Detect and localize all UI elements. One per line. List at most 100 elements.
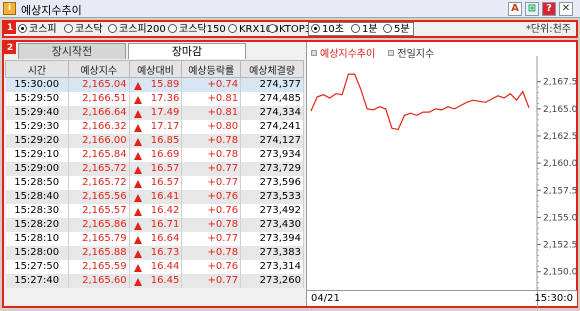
cell-change-rate: +0.76 — [181, 259, 242, 274]
cell-change-rate: +0.80 — [181, 119, 242, 134]
cell-value: 2,165.56 — [82, 191, 127, 202]
window-titlebar: i 예상지수추이 A ⊞ ? ✕ — [0, 0, 580, 18]
cell-volume: 273,533 — [240, 189, 304, 204]
cell-value: +0.77 — [207, 177, 239, 188]
table-row[interactable]: 15:29:00 2,165.72 16.57 +0.77 273,729 — [5, 161, 304, 176]
cell-value: 2,165.04 — [82, 79, 127, 91]
main-panel: 장시작전 장마감 2 시간 예상지수 예상대비 예상등락률 예상체결량 15:3… — [2, 40, 578, 308]
cell-value: +0.78 — [207, 247, 239, 258]
table-row[interactable]: 15:28:00 2,165.88 16.73 +0.78 273,383 — [5, 245, 304, 260]
cell-value: 273,383 — [259, 247, 301, 258]
table-row[interactable]: 15:29:10 2,165.84 16.69 +0.78 273,934 — [5, 147, 304, 162]
table-row[interactable]: 15:28:40 2,165.56 16.41 +0.76 273,533 — [5, 189, 304, 204]
up-arrow-icon — [133, 236, 142, 244]
table-row[interactable]: 15:27:50 2,165.59 16.44 +0.76 273,314 — [5, 259, 304, 274]
font-icon[interactable]: A — [508, 2, 522, 16]
cell-value: 274,377 — [259, 79, 301, 91]
unit-label: *단위:천주 — [525, 24, 571, 35]
filter-toolbar: 1 코스피 코스닥 코스피200 코스닥150 KRX100 KTOP30 10… — [2, 20, 578, 38]
radio-market-kospi200[interactable]: 코스피200 — [108, 23, 166, 37]
cell-value: 2,165.57 — [82, 205, 127, 216]
cell-expected-index: 2,166.00 — [68, 133, 130, 148]
cell-time: 15:29:20 — [5, 133, 69, 148]
cell-value: 15:30:00 — [14, 79, 60, 91]
legend-square-icon — [311, 50, 317, 56]
cell-value: 2,166.00 — [82, 135, 127, 146]
col-change-rate[interactable]: 예상등락률 — [181, 60, 242, 78]
chart-date: 04/21 — [311, 293, 340, 304]
radio-interval-10s[interactable]: 10초 — [311, 23, 344, 37]
cell-volume: 273,430 — [240, 217, 304, 232]
cell-value: 16.41 — [150, 191, 180, 202]
cell-value: 15:29:40 — [14, 107, 60, 118]
tab-pre-open[interactable]: 장시작전 — [18, 43, 126, 59]
cell-volume: 273,260 — [240, 273, 304, 288]
cell-value: 273,394 — [259, 233, 301, 244]
cell-value: 15.89 — [150, 79, 180, 91]
cell-value: 15:28:30 — [14, 205, 60, 216]
cell-expected-index: 2,166.51 — [68, 91, 130, 106]
chart-legend: 예상지수추이 전일지수 — [311, 45, 434, 60]
cell-expected-index: 2,165.72 — [68, 175, 130, 190]
cell-value: 16.73 — [150, 247, 180, 258]
cell-value: +0.76 — [207, 191, 239, 202]
cell-time: 15:27:40 — [5, 273, 69, 288]
table-row[interactable]: 15:30:00 2,165.04 15.89 +0.74 274,377 — [5, 77, 304, 92]
cell-change-rate: +0.78 — [181, 217, 242, 232]
cell-volume: 273,596 — [240, 175, 304, 190]
table-row[interactable]: 15:28:10 2,165.79 16.64 +0.77 273,394 — [5, 231, 304, 246]
up-arrow-icon — [133, 208, 142, 216]
help-icon[interactable]: ? — [542, 2, 556, 16]
tab-close[interactable]: 장마감 — [128, 43, 246, 59]
cell-volume: 273,729 — [240, 161, 304, 176]
cell-change: 16.44 — [129, 259, 183, 274]
table-row[interactable]: 15:28:50 2,165.72 16.57 +0.77 273,596 — [5, 175, 304, 190]
cell-change: 16.57 — [129, 175, 183, 190]
cell-value: 2,165.72 — [82, 163, 127, 174]
radio-label: 코스닥 — [75, 24, 103, 35]
close-icon[interactable]: ✕ — [559, 2, 573, 16]
expected-index-chart: 2,167.5 2,165.0 2,162.5 2,160.0 2,157.5 2,155… — [310, 56, 577, 290]
table-row[interactable]: 15:29:30 2,166.32 17.17 +0.80 274,241 — [5, 119, 304, 134]
col-change[interactable]: 예상대비 — [128, 60, 183, 78]
table-row[interactable]: 15:28:30 2,165.57 16.42 +0.76 273,492 — [5, 203, 304, 218]
table-row[interactable]: 15:27:40 2,165.60 16.45 +0.77 273,260 — [5, 273, 304, 288]
table-row[interactable]: 15:28:20 2,165.86 16.71 +0.78 273,430 — [5, 217, 304, 232]
radio-market-kosdaq[interactable]: 코스닥 — [64, 23, 103, 37]
y-tick-label: 2,155.0 — [543, 213, 577, 223]
cell-volume: 274,127 — [240, 133, 304, 148]
radio-market-kosdaq150[interactable]: 코스닥150 — [168, 23, 226, 37]
legend-square-icon — [388, 50, 395, 56]
cell-change: 16.69 — [129, 147, 183, 162]
cell-expected-index: 2,165.79 — [68, 231, 130, 246]
cell-change-rate: +0.81 — [181, 105, 242, 120]
col-time[interactable]: 시간 — [5, 60, 69, 78]
up-arrow-icon — [133, 166, 142, 174]
cell-volume: 273,383 — [240, 245, 304, 260]
cell-value: 15:28:00 — [14, 247, 60, 258]
table-row[interactable]: 15:29:20 2,166.00 16.85 +0.78 274,127 — [5, 133, 304, 148]
cell-value: +0.74 — [207, 79, 239, 91]
col-expected-index[interactable]: 예상지수 — [67, 60, 130, 78]
expected-index-table: 시간 예상지수 예상대비 예상등락률 예상체결량 15:30:00 2,165.0… — [5, 60, 304, 288]
up-arrow-icon — [133, 96, 142, 104]
radio-interval-1m[interactable]: 1분 — [351, 23, 378, 37]
radio-market-kospi[interactable]: 코스피 — [18, 23, 57, 37]
table-row[interactable]: 15:29:50 2,166.51 17.36 +0.81 274,485 — [5, 91, 304, 106]
cell-value: 274,334 — [259, 107, 301, 118]
cell-volume: 273,394 — [240, 231, 304, 246]
table-row[interactable]: 15:29:40 2,166.64 17.49 +0.81 274,334 — [5, 105, 304, 120]
col-volume[interactable]: 예상체결량 — [240, 60, 304, 78]
interval-group: 10초 1분 5분 — [308, 22, 414, 36]
cell-value: 273,260 — [259, 275, 301, 286]
radio-interval-5m[interactable]: 5분 — [383, 23, 410, 37]
cell-value: 2,165.86 — [82, 219, 127, 230]
pin-icon[interactable]: ⊞ — [525, 2, 539, 16]
cell-value: 15:29:10 — [14, 149, 60, 160]
cell-value: +0.77 — [207, 233, 239, 244]
cell-volume: 274,485 — [240, 91, 304, 106]
cell-value: 2,165.60 — [82, 275, 127, 286]
cell-value: +0.77 — [207, 275, 239, 286]
cell-time: 15:28:20 — [5, 217, 69, 232]
radio-icon — [168, 24, 177, 33]
